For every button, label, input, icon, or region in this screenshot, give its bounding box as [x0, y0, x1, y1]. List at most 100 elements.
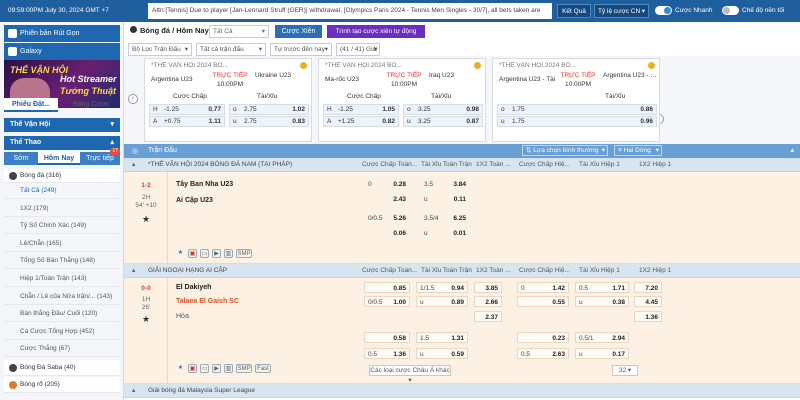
match-filter[interactable]: Bộ Lọc Trận Đấu ▾	[128, 43, 192, 56]
card-handicap-odds[interactable]: A +1.25 0.82	[323, 116, 399, 127]
bet-type-item[interactable]: Tổng Số Bàn Thắng (148)	[4, 253, 120, 270]
section-olympics[interactable]: Thế Vận Hội ▾	[4, 118, 120, 132]
jersey-icon[interactable]: ▣	[188, 249, 197, 258]
card-handicap-odds[interactable]: H -1.25 0.77	[149, 104, 225, 115]
auto-parlay-button[interactable]: Trình tạo cược xiên tự động	[327, 25, 425, 38]
odds-cell[interactable]: 0.23	[517, 332, 569, 343]
odds-cell[interactable]: 0/0.5 5.26	[364, 212, 410, 223]
odds-cell[interactable]: 1.5 1.31	[416, 332, 468, 343]
dark-mode-toggle[interactable]: Chế độ nền tối	[722, 6, 784, 15]
star-icon[interactable]: ★	[176, 249, 185, 258]
results-button[interactable]: Kết Quả	[557, 4, 591, 18]
odds-cell[interactable]: u 0.17	[575, 348, 629, 359]
league-row[interactable]: ▴ Giải bóng đá Malaysia Super League	[124, 384, 800, 398]
tab-bet-list[interactable]: Bảng Cược	[62, 98, 120, 112]
odds-cell[interactable]: 0.5 1.71	[575, 282, 629, 293]
market-select[interactable]: Tất Cả ▾	[209, 25, 269, 38]
star-icon[interactable]: ★	[124, 314, 168, 325]
card-handicap-odds[interactable]: A +0.75 1.11	[149, 116, 225, 127]
odds-type-select[interactable]: Tỷ lệ cược CN ▾	[594, 4, 649, 18]
smp-icon[interactable]: SMP	[236, 364, 252, 373]
card-ou-odds[interactable]: u 1.75 0.96	[497, 116, 657, 127]
odds-cell[interactable]: 0/0.5 1.00	[364, 296, 410, 307]
video-icon[interactable]: ▶	[212, 364, 221, 373]
tab-live[interactable]: Trực tiếp 17	[80, 148, 120, 165]
fast-icon[interactable]: Fast	[255, 364, 271, 373]
video-icon[interactable]: ▶	[212, 249, 221, 258]
compact-version-link[interactable]: Phiên bản Rút Gọn	[4, 25, 120, 42]
card-ou-odds[interactable]: o 1.75 0.86	[497, 104, 657, 115]
odds-cell[interactable]: 0 1.42	[517, 282, 569, 293]
odds-cell[interactable]: 0.5 1.36	[364, 348, 410, 359]
all-matches-filter[interactable]: Tất cả trận đấu ▾	[196, 43, 266, 56]
odds-cell[interactable]: 3.85	[474, 282, 502, 293]
section-sports[interactable]: Thể Thao ▴	[4, 136, 120, 150]
league-row[interactable]: ▴ GIẢI NGOẠI HẠNG AI CẬP Cược Chấp Toàn...…	[124, 264, 800, 278]
odds-cell[interactable]: 0 0.28	[364, 178, 410, 189]
home-team[interactable]: El Dakiyeh	[176, 284, 211, 291]
bet-type-item[interactable]: Chẵn / Lẻ của Nửa trận/... (143)	[4, 289, 120, 305]
bet-type-item[interactable]: Tỷ Số Chính Xác (149)	[4, 218, 120, 235]
stats-icon[interactable]: ▥	[224, 364, 233, 373]
odds-cell[interactable]: 0.85	[364, 282, 410, 293]
bet-type-item[interactable]: Cược Thắng (67)	[4, 341, 120, 358]
odds-cell[interactable]: 0.55	[517, 296, 569, 307]
away-team[interactable]: Ai Cập U23	[176, 197, 213, 204]
tab-today[interactable]: Hôm Nay	[38, 152, 80, 165]
tab-bet-slip[interactable]: Phiếu Đặt...	[4, 98, 58, 112]
home-team[interactable]: Tây Ban Nha U23	[176, 181, 233, 188]
star-icon[interactable]: ★	[176, 364, 185, 373]
odds-cell[interactable]: 2.43	[364, 193, 410, 204]
odds-cell[interactable]: 1/1.5 0.94	[416, 282, 468, 293]
bet-type-item[interactable]: 1X2 (179)	[4, 201, 120, 217]
announcement-ticker[interactable]: Attn:[Tennis] Due to player [Jan-Lennard…	[148, 3, 552, 19]
league-row[interactable]: ▴ *THẾ VẬN HỘI 2024 BÓNG ĐÁ NAM (TẠI PHÁP…	[124, 158, 800, 172]
bet-type-item[interactable]: Tất Cả (249)	[4, 183, 120, 199]
sport-soccer[interactable]: Bóng đá (316)	[4, 169, 120, 183]
league-filter[interactable]: (41 / 41) Giải ▾	[336, 43, 380, 56]
odds-cell[interactable]: 0.58	[364, 332, 410, 343]
bet-type-item[interactable]: Bàn thắng Đầu/ Cuối (120)	[4, 306, 120, 323]
filter-icon[interactable]: ◎	[132, 147, 138, 155]
odds-cell[interactable]: u 0.38	[575, 296, 629, 307]
more-asian-markets-button[interactable]: Các loại cược Châu Á khác ▾	[369, 365, 451, 384]
chevron-left-icon[interactable]: ‹	[128, 94, 138, 104]
odds-cell[interactable]: 0.5/1 2.94	[575, 332, 629, 343]
sport-soccer-saba[interactable]: Bóng Đá Saba (40)	[4, 360, 120, 376]
card-ou-odds[interactable]: o 2.75 1.02	[229, 104, 309, 115]
collapse-icon[interactable]: ▴	[790, 146, 794, 154]
card-ou-odds[interactable]: u 3.25 0.87	[403, 116, 483, 127]
odds-cell[interactable]: u 0.59	[416, 348, 468, 359]
card-ou-odds[interactable]: u 2.75 0.83	[229, 116, 309, 127]
odds-cell[interactable]: u 0.89	[416, 296, 468, 307]
tab-early[interactable]: Sớm	[4, 152, 38, 165]
stats-icon[interactable]: ▥	[224, 249, 233, 258]
tv-icon[interactable]: ▭	[200, 364, 209, 373]
tv-icon[interactable]: ▭	[200, 249, 209, 258]
odds-cell[interactable]: 2.37	[474, 311, 502, 322]
card-ou-odds[interactable]: o 3.25 0.98	[403, 104, 483, 115]
parlay-button[interactable]: Cược Xiên	[275, 25, 322, 38]
featured-match-card[interactable]: *THẾ VẬN HỘI 2024 BÓ... Argentina U23 TR…	[144, 58, 312, 142]
galaxy-link[interactable]: Galaxy	[4, 43, 120, 60]
odds-cell[interactable]: 0.5 2.63	[517, 348, 569, 359]
view-select[interactable]: ≡ Hai Dòng ▾	[614, 145, 662, 156]
away-team[interactable]: Talaea El Gaish SC	[176, 298, 239, 305]
odds-cell[interactable]: 3.5/4 6.25	[420, 212, 470, 223]
odds-cell[interactable]: 0.06	[364, 227, 410, 238]
sort-select[interactable]: ⇅ Lựa chọn bình thường ▾	[522, 145, 608, 156]
bet-type-item[interactable]: Lẻ/Chẵn (165)	[4, 236, 120, 252]
star-icon[interactable]: ★	[124, 214, 168, 225]
smp-icon[interactable]: SMP	[236, 249, 252, 258]
odds-cell[interactable]: u 0.01	[420, 227, 470, 238]
sport-basketball[interactable]: Bóng rổ (205)	[4, 377, 120, 393]
odds-cell[interactable]: 1.36	[634, 311, 662, 322]
jersey-icon[interactable]: ▣	[188, 364, 197, 373]
odds-cell[interactable]: 4.45	[634, 296, 662, 307]
odds-cell[interactable]: 2.66	[474, 296, 502, 307]
quick-bet-toggle[interactable]: Cược Nhanh	[655, 6, 713, 15]
featured-match-card[interactable]: *THẾ VẬN HỘI 2024 BÓ... Argentina U23 - …	[492, 58, 660, 142]
bet-type-item[interactable]: Hiệp 1/Toàn Trận (143)	[4, 271, 120, 287]
card-handicap-odds[interactable]: H -1.25 1.05	[323, 104, 399, 115]
time-sort-filter[interactable]: Tự trước đến nay ▾	[270, 43, 332, 56]
